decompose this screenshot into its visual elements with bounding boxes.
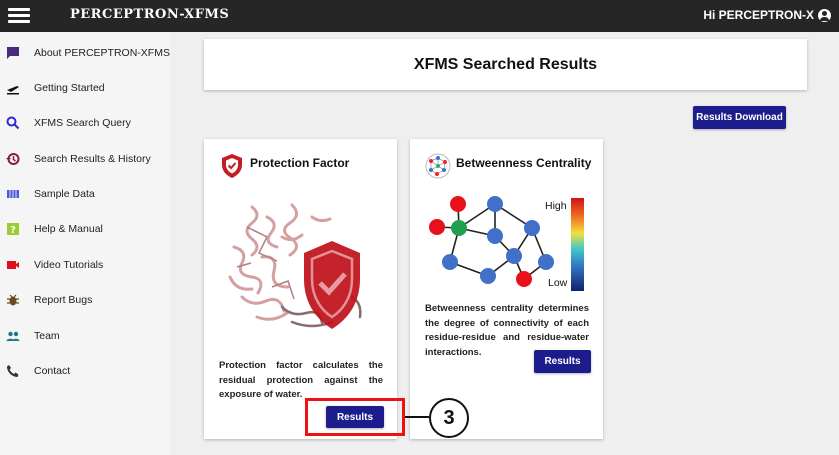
chat-bubble-icon — [7, 47, 19, 59]
history-icon — [6, 153, 20, 165]
sidebar-item-label: Search Results & History — [34, 153, 151, 165]
sidebar-item-label: Report Bugs — [34, 294, 93, 306]
sidebar-item-contact[interactable]: Contact — [0, 356, 170, 386]
network-graph-icon — [425, 153, 451, 179]
sidebar-item-label: Team — [34, 330, 60, 342]
sidebar-item-label: XFMS Search Query — [34, 117, 131, 129]
video-camera-icon — [7, 261, 19, 269]
annotation-connector — [405, 416, 429, 418]
search-icon — [6, 116, 20, 130]
sidebar-item-help[interactable]: ? Help & Manual — [0, 214, 170, 244]
user-greeting: Hi PERCEPTRON-X — [703, 8, 814, 22]
card-title: Betweenness Centrality — [456, 156, 592, 170]
people-icon — [6, 331, 20, 341]
bug-icon — [7, 294, 19, 306]
page-header-card: XFMS Searched Results — [204, 39, 807, 90]
sidebar: About PERCEPTRON-XFMS Getting Started XF… — [0, 32, 170, 455]
sidebar-item-label: Video Tutorials — [34, 259, 104, 271]
hamburger-menu-icon[interactable] — [8, 8, 30, 24]
sidebar-item-sample-data[interactable]: Sample Data — [0, 179, 170, 209]
sidebar-item-search-query[interactable]: XFMS Search Query — [0, 108, 170, 138]
sidebar-item-team[interactable]: Team — [0, 321, 170, 351]
sidebar-item-label: Sample Data — [34, 188, 95, 200]
sidebar-item-getting-started[interactable]: Getting Started — [0, 73, 170, 103]
betweenness-centrality-results-button[interactable]: Results — [534, 350, 591, 373]
sidebar-item-label: Contact — [34, 365, 71, 377]
card-title: Protection Factor — [250, 156, 350, 170]
scale-high-label: High — [545, 200, 567, 212]
sidebar-item-video-tutorials[interactable]: Video Tutorials — [0, 250, 170, 280]
card-description: Protection factor calculates the residua… — [219, 360, 383, 400]
help-icon: ? — [7, 223, 19, 236]
step-number-badge: 3 — [429, 398, 469, 438]
sidebar-item-search-history[interactable]: Search Results & History — [0, 144, 170, 174]
account-icon[interactable] — [818, 8, 831, 22]
shield-check-icon — [222, 154, 242, 178]
page-title: XFMS Searched Results — [413, 55, 598, 73]
sidebar-item-about[interactable]: About PERCEPTRON-XFMS — [0, 38, 170, 68]
top-bar: PERCEPTRON-XFMS Hi PERCEPTRON-X — [0, 0, 839, 32]
phone-icon — [7, 365, 19, 377]
sidebar-item-report-bugs[interactable]: Report Bugs — [0, 285, 170, 315]
sidebar-item-label: About PERCEPTRON-XFMS — [34, 47, 170, 59]
airplane-takeoff-icon — [7, 86, 19, 95]
results-download-button[interactable]: Results Download — [693, 106, 786, 129]
protein-structure-image — [228, 203, 362, 329]
sidebar-item-label: Getting Started — [34, 82, 105, 94]
data-table-icon — [7, 190, 19, 198]
sidebar-item-label: Help & Manual — [34, 223, 103, 235]
scale-low-label: Low — [548, 277, 568, 289]
protection-factor-card: Protection Factor Protection factor calc… — [204, 139, 397, 439]
highlight-box — [305, 398, 405, 436]
betweenness-centrality-card: Betweenness Centrality High Low Betweenn… — [410, 139, 603, 439]
svg-text:?: ? — [10, 225, 16, 236]
user-menu[interactable]: Hi PERCEPTRON-X — [703, 8, 831, 22]
app-logo[interactable]: PERCEPTRON-XFMS — [70, 7, 229, 22]
